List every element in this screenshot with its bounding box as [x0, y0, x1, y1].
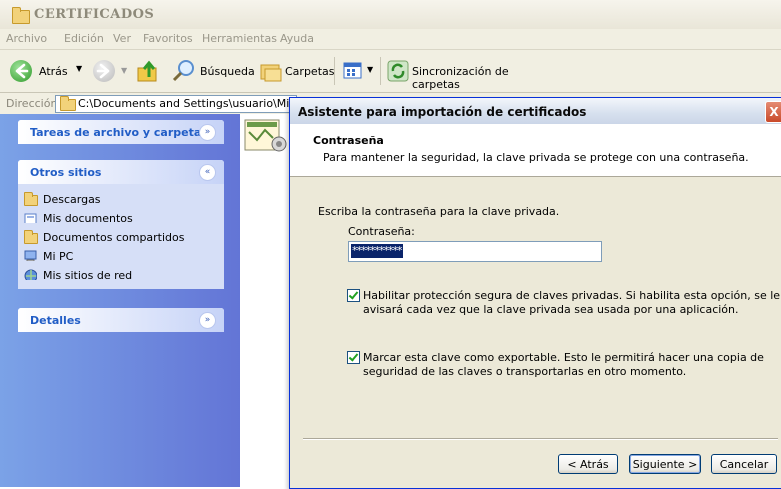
sync-folders-button[interactable]: Sincronización de carpetas [386, 59, 546, 91]
other-places-panel: Otros sitios « Descargas Mis documentos … [18, 160, 224, 289]
sync-label: Sincronización de carpetas [412, 65, 509, 91]
import-wizard-dialog: Asistente para importación de certificad… [289, 97, 781, 489]
views-icon [343, 62, 362, 79]
back-dropdown-icon[interactable]: ▼ [76, 64, 82, 73]
search-label: Búsqueda [200, 65, 255, 78]
details-panel: Detalles » [18, 308, 224, 332]
menu-ayuda[interactable]: Ayuda [280, 32, 314, 45]
up-folder-button[interactable] [136, 59, 160, 83]
file-tasks-panel: Tareas de archivo y carpeta » [18, 120, 224, 144]
menu-bar: Archivo Edición Ver Favoritos Herramient… [0, 29, 781, 50]
cancel-button[interactable]: Cancelar [711, 454, 777, 474]
menu-herramientas[interactable]: Herramientas [202, 32, 277, 45]
folders-icon [260, 64, 282, 82]
toolbar: Atrás ▼ ▼ Búsqueda Carpetas ▼ Sincroniza… [0, 50, 781, 93]
dialog-separator [303, 438, 778, 440]
window-title-bar: CERTIFICADOS [0, 0, 781, 30]
views-dropdown-icon: ▼ [367, 65, 374, 74]
address-value: C:\Documents and Settings\usuario\Mis do… [78, 97, 296, 110]
other-places-title: Otros sitios [30, 166, 102, 179]
exportable-key-label-line1: Marcar esta clave como exportable. Esto … [363, 351, 764, 364]
close-icon[interactable]: X [765, 101, 781, 123]
back-label: Atrás [39, 65, 68, 78]
details-title: Detalles [30, 314, 81, 327]
secure-protection-label-line2: avisará cada vez que la clave privada se… [363, 303, 739, 316]
expand-chevron-icon[interactable]: » [199, 312, 216, 329]
folder-icon [24, 192, 38, 206]
computer-icon [24, 250, 37, 261]
toolbar-separator [380, 57, 381, 85]
dialog-header-title: Contraseña [313, 134, 384, 147]
forward-dropdown-icon[interactable]: ▼ [121, 66, 127, 75]
file-tasks-header[interactable]: Tareas de archivo y carpeta » [18, 120, 224, 144]
address-input[interactable]: C:\Documents and Settings\usuario\Mis do… [55, 95, 297, 113]
exportable-key-label-line2: seguridad de las claves o transportarlas… [363, 365, 687, 378]
details-header[interactable]: Detalles » [18, 308, 224, 332]
next-button[interactable]: Siguiente > [629, 454, 701, 474]
item-label: Documentos compartidos [43, 231, 185, 244]
window-title: CERTIFICADOS [34, 7, 155, 22]
certificate-file-icon[interactable] [243, 116, 287, 156]
other-places-item-mis-documentos[interactable]: Mis documentos [24, 209, 224, 228]
views-button[interactable]: ▼ [342, 60, 376, 82]
menu-ver[interactable]: Ver [113, 32, 131, 45]
back-arrow-icon [10, 60, 32, 82]
dialog-header-subtitle: Para mantener la seguridad, la clave pri… [323, 151, 749, 164]
task-pane: Tareas de archivo y carpeta » Otros siti… [0, 114, 240, 487]
other-places-item-mis-sitios-de-red[interactable]: Mis sitios de red [24, 266, 224, 285]
back-button-dialog[interactable]: < Atrás [558, 454, 618, 474]
dialog-title-bar: Asistente para importación de certificad… [290, 98, 781, 124]
other-places-item-documentos-compartidos[interactable]: Documentos compartidos [24, 228, 224, 247]
forward-button[interactable] [93, 60, 115, 82]
menu-edicion[interactable]: Edición [64, 32, 104, 45]
folder-icon [24, 230, 38, 244]
secure-protection-label-line1: Habilitar protección segura de claves pr… [363, 289, 781, 302]
password-label: Contraseña: [348, 225, 415, 238]
other-places-item-descargas[interactable]: Descargas [24, 190, 224, 209]
sync-icon [387, 60, 409, 82]
forward-arrow-icon [96, 63, 110, 79]
folder-icon [12, 7, 30, 24]
back-button[interactable]: Atrás ▼ [10, 60, 85, 82]
toolbar-separator [334, 57, 335, 85]
secure-protection-checkbox[interactable] [347, 289, 360, 302]
other-places-header[interactable]: Otros sitios « [18, 160, 224, 184]
network-icon [24, 269, 37, 280]
dialog-title: Asistente para importación de certificad… [298, 105, 587, 119]
menu-archivo[interactable]: Archivo [6, 32, 47, 45]
dialog-header: Contraseña Para mantener la seguridad, l… [290, 124, 781, 177]
exportable-key-checkbox[interactable] [347, 351, 360, 364]
folders-button[interactable]: Carpetas [259, 59, 339, 83]
password-input[interactable]: *********** [348, 241, 602, 262]
item-label: Mis sitios de red [43, 269, 133, 282]
folder-icon [60, 96, 76, 111]
other-places-list: Descargas Mis documentos Documentos comp… [18, 184, 224, 289]
documents-icon [24, 213, 37, 223]
file-tasks-title: Tareas de archivo y carpeta [30, 126, 202, 139]
other-places-item-mi-pc[interactable]: Mi PC [24, 247, 224, 266]
item-label: Descargas [43, 193, 101, 206]
folders-label: Carpetas [285, 65, 335, 78]
expand-chevron-icon[interactable]: » [199, 124, 216, 141]
search-icon [172, 60, 194, 82]
menu-favoritos[interactable]: Favoritos [143, 32, 193, 45]
password-instruction: Escriba la contraseña para la clave priv… [318, 205, 560, 218]
item-label: Mi PC [43, 250, 74, 263]
item-label: Mis documentos [43, 212, 133, 225]
address-label: Dirección [6, 97, 58, 110]
password-value: *********** [351, 244, 403, 258]
collapse-chevron-icon[interactable]: « [199, 164, 216, 181]
search-button[interactable]: Búsqueda [172, 59, 256, 83]
up-folder-icon [137, 60, 157, 82]
